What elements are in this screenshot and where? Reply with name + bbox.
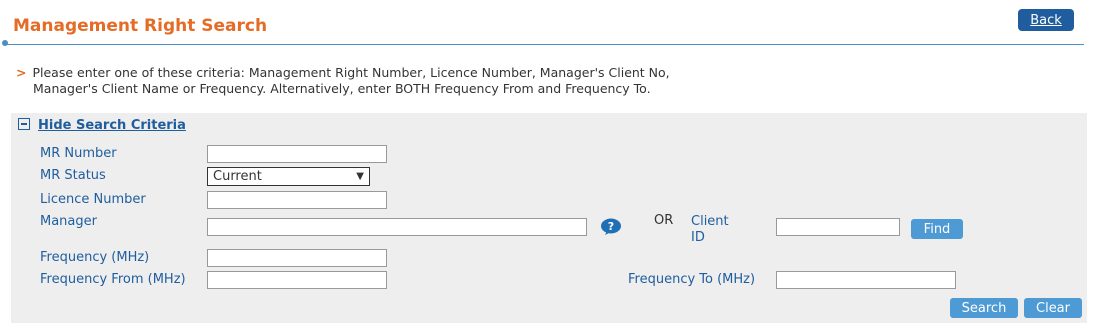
back-button[interactable]: Back: [1018, 9, 1074, 31]
clear-button-label: Clear: [1036, 300, 1070, 316]
client-id-label-line-2: ID: [691, 230, 705, 245]
page-title: Management Right Search: [13, 16, 268, 36]
question-bubble-icon[interactable]: ?: [600, 218, 622, 236]
client-id-input[interactable]: [776, 218, 900, 236]
frequency-to-input[interactable]: [776, 271, 956, 289]
title-underline-dot: [2, 40, 8, 46]
manager-label: Manager: [40, 214, 97, 229]
mr-number-input[interactable]: [207, 145, 387, 163]
find-button[interactable]: Find: [911, 219, 963, 239]
search-button[interactable]: Search: [950, 298, 1018, 318]
frequency-from-input[interactable]: [207, 271, 387, 289]
collapse-minus-icon[interactable]: [18, 118, 30, 130]
mr-number-label: MR Number: [40, 146, 117, 161]
instructions-line-2: Manager's Client Name or Frequency. Alte…: [33, 81, 651, 96]
licence-number-input[interactable]: [207, 191, 387, 209]
frequency-from-label: Frequency From (MHz): [40, 272, 186, 287]
manager-input[interactable]: [207, 218, 587, 236]
hide-search-criteria-link[interactable]: Hide Search Criteria: [38, 118, 186, 133]
frequency-to-label: Frequency To (MHz): [628, 272, 756, 287]
licence-number-label: Licence Number: [40, 192, 146, 207]
client-id-label-line-1: Client: [691, 214, 729, 229]
title-underline: [6, 44, 1084, 45]
or-label: OR: [654, 213, 674, 228]
find-button-label: Find: [923, 221, 951, 237]
svg-text:?: ?: [608, 220, 614, 233]
clear-button[interactable]: Clear: [1024, 298, 1082, 318]
frequency-input[interactable]: [207, 249, 387, 267]
instructions: > Please enter one of these criteria: Man…: [16, 65, 756, 97]
instructions-line-1: Please enter one of these criteria: Mana…: [32, 65, 670, 80]
mr-status-select[interactable]: Current ▼: [207, 167, 370, 186]
mr-status-selected: Current: [213, 169, 262, 184]
dropdown-arrow-icon: ▼: [356, 171, 364, 182]
back-button-label: Back: [1030, 12, 1062, 28]
search-button-label: Search: [961, 300, 1007, 316]
arrow-icon: >: [16, 65, 27, 80]
frequency-label: Frequency (MHz): [40, 250, 150, 265]
mr-status-label: MR Status: [40, 168, 106, 183]
